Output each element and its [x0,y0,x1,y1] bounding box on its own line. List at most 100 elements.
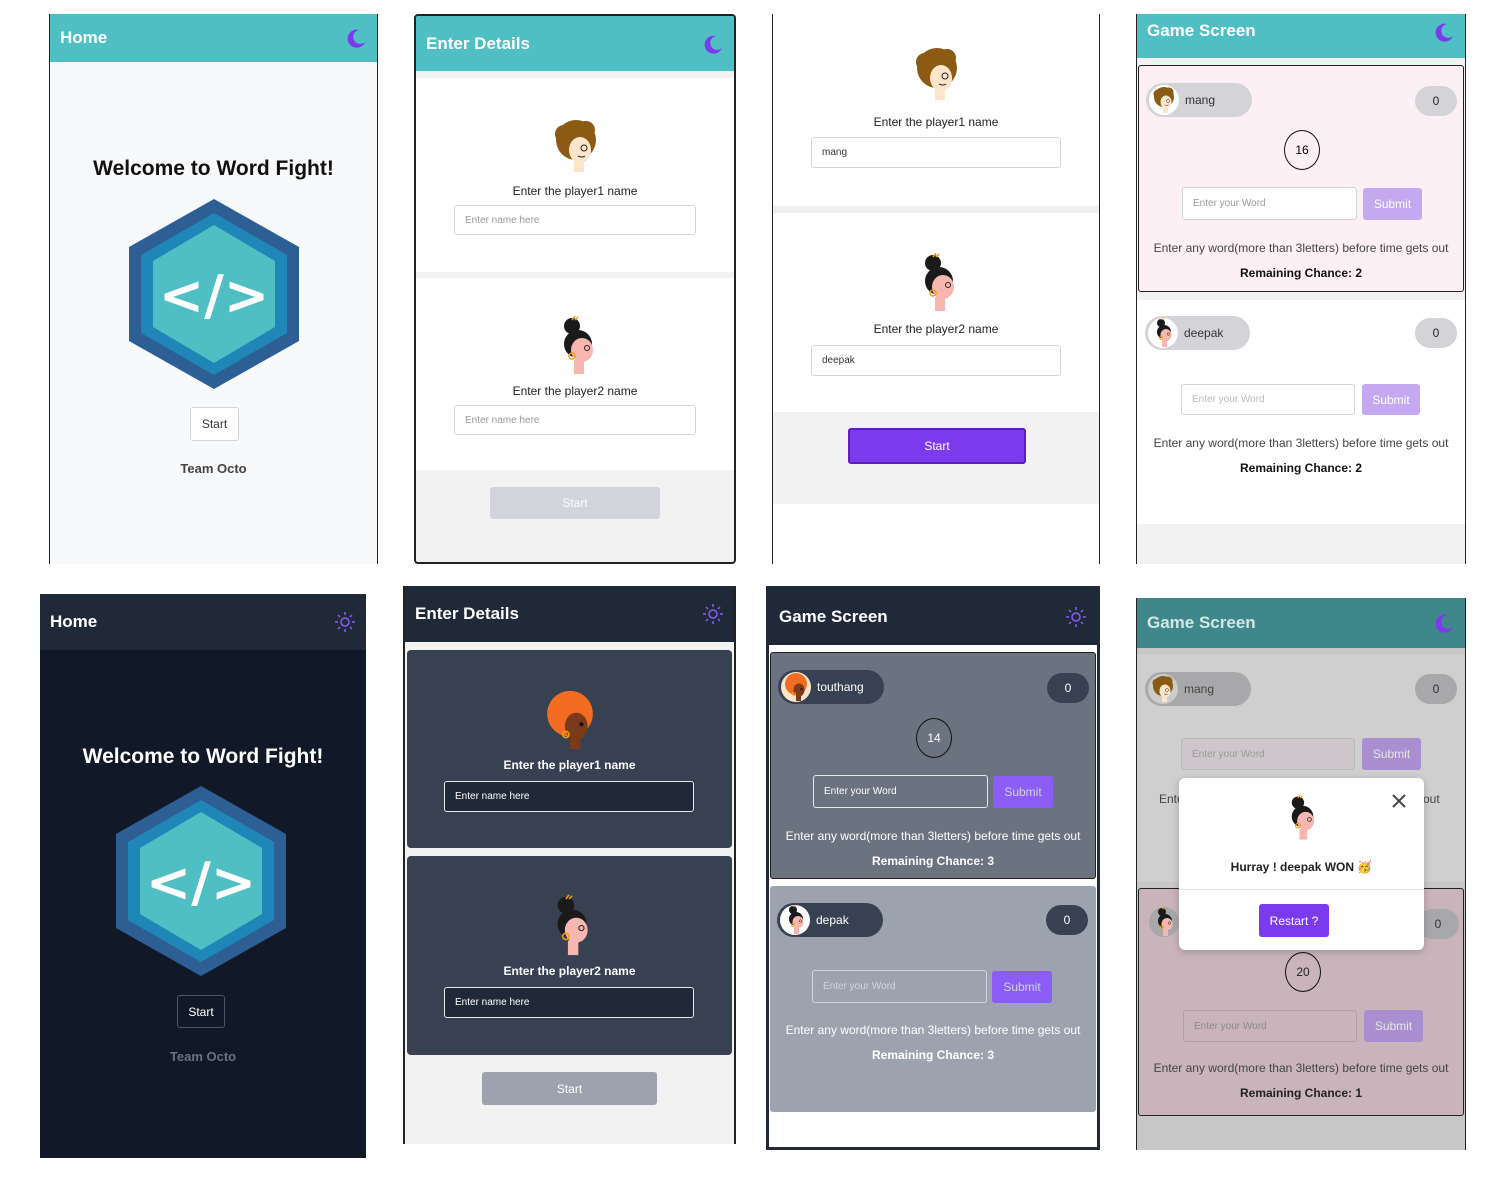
moon-icon[interactable] [1433,612,1455,634]
player1-remaining-chance: Remaining Chance: 3 [871,854,995,868]
details-title: Enter Details [426,33,530,53]
player1-name: mang [1184,682,1215,696]
details-title: Enter Details [415,604,519,623]
team-label: Team Octo [169,1049,237,1064]
player1-word-input[interactable]: Enter your Word [1181,738,1355,770]
player1-avatar [781,672,811,702]
logo-symbol: </> [146,851,256,914]
start-button-disabled[interactable]: Start [482,1072,657,1105]
home-screen-light: Home Welcome to Word Fight! </> Start Te… [49,14,378,564]
details-screen-light: Enter Details Enter the player1 name Ent… [414,14,736,564]
player1-remaining-chance: Remaining Chance: 2 [1239,266,1363,280]
sun-icon[interactable] [334,611,356,633]
home-screen-dark: Home Welcome to Word Fight! </> Start Te… [40,594,366,1158]
player1-avatar [550,116,602,176]
logo-symbol: </> [159,264,269,327]
player2-game-card: deepak 0 Enter your Word Submit Enter an… [1137,300,1465,524]
sun-icon[interactable] [1065,606,1087,628]
player2-word-input[interactable]: Enter your Word [1183,1010,1357,1042]
player2-hint: Enter any word(more than 3letters) befor… [785,1023,1081,1037]
player2-hint: Enter any word(more than 3letters) befor… [1153,436,1449,450]
player1-submit-button[interactable]: Submit [1362,738,1421,770]
player1-game-card: touthang 0 14 Enter your Word Submit Ent… [770,652,1096,879]
player1-score: 0 [1415,674,1457,704]
player1-label: Enter the player1 name [503,758,636,772]
player2-avatar [1148,318,1178,348]
winner-avatar [1281,794,1321,842]
start-button[interactable]: Start [190,407,239,441]
sun-icon[interactable] [702,603,724,625]
player2-avatar [550,315,602,376]
player2-submit-button[interactable]: Submit [1362,384,1420,415]
start-button[interactable]: Start [177,995,225,1028]
countdown-timer: 14 [916,718,952,758]
game-title: Game Screen [1147,613,1256,632]
player1-label: Enter the player1 name [512,184,638,198]
player2-score: 0 [1046,905,1088,935]
game-header: Game Screen [769,589,1097,645]
player1-name-input[interactable]: mang [811,137,1061,168]
code-logo: </> [129,199,299,389]
player1-hint: Enter any word(more than 3letters) befor… [1153,241,1449,255]
player1-label: Enter the player1 name [873,115,999,129]
player1-avatar [1149,85,1179,115]
player2-avatar [543,894,597,958]
game-title: Game Screen [1147,21,1256,40]
welcome-heading: Welcome to Word Fight! [82,745,324,768]
player2-remaining-chance: Remaining Chance: 3 [871,1048,995,1062]
player1-avatar [1148,674,1178,704]
player2-submit-button[interactable]: Submit [1364,1010,1423,1042]
player2-remaining-chance: Remaining Chance: 2 [1239,461,1363,475]
player1-name: mang [1185,93,1216,107]
player2-pill: deepak [1145,316,1250,350]
player1-name-input[interactable]: Enter name here [454,205,696,235]
player2-name: depak [816,913,849,927]
game-header: Game Screen [1137,598,1465,648]
restart-button[interactable]: Restart ? [1259,904,1329,937]
start-button[interactable]: Start [848,428,1026,464]
close-icon[interactable] [1390,792,1408,810]
moon-icon[interactable] [1433,21,1455,43]
details-screen-dark: Enter Details Enter the player1 name Ent… [403,586,736,1144]
player2-name-input[interactable]: deepak [811,345,1061,376]
player1-name-input[interactable]: Enter name here [444,781,694,812]
player2-avatar [911,252,963,319]
player1-card: Enter the player1 name mang [773,14,1099,206]
player1-score: 0 [1415,86,1457,116]
home-header: Home [50,14,377,62]
player2-avatar [1149,907,1179,937]
player2-avatar [780,905,810,935]
player1-avatar [911,44,963,110]
game-header: Game Screen [1137,14,1465,58]
player2-submit-button[interactable]: Submit [992,971,1052,1003]
player1-submit-button[interactable]: Submit [993,776,1053,808]
moon-icon[interactable] [702,33,724,55]
winner-message: Hurray ! deepak WON 🥳 [1230,860,1373,874]
game-title: Game Screen [779,607,888,626]
player2-label: Enter the player2 name [873,322,999,336]
home-title: Home [50,612,98,631]
player1-card: Enter the player1 name Enter name here [416,78,734,272]
player2-name-input[interactable]: Enter name here [444,987,694,1018]
moon-icon[interactable] [345,27,367,49]
home-title: Home [60,28,108,47]
player1-avatar [543,688,597,752]
details-header: Enter Details [416,16,734,71]
player1-submit-button[interactable]: Submit [1363,188,1422,220]
player2-word-input[interactable]: Enter your Word [812,970,987,1003]
player2-hint: Enter any word(more than 3letters) befor… [1153,1061,1449,1075]
player1-pill: mang [1145,672,1251,706]
player1-score: 0 [1047,673,1089,703]
start-button-disabled[interactable]: Start [490,487,660,519]
player2-label: Enter the player2 name [512,384,638,398]
team-label: Team Octo [180,461,247,476]
player1-word-input[interactable]: Enter your Word [1182,187,1357,220]
player2-pill: depak [777,903,883,937]
welcome-heading: Welcome to Word Fight! [93,157,334,180]
player2-remaining-chance: Remaining Chance: 1 [1239,1086,1363,1100]
player2-name-input[interactable]: Enter name here [454,405,696,435]
player1-game-card: mang 0 16 Enter your Word Submit Enter a… [1138,65,1464,292]
player1-word-input[interactable]: Enter your Word [813,775,988,808]
countdown-timer: 20 [1285,952,1321,992]
player2-word-input[interactable]: Enter your Word [1181,384,1355,415]
